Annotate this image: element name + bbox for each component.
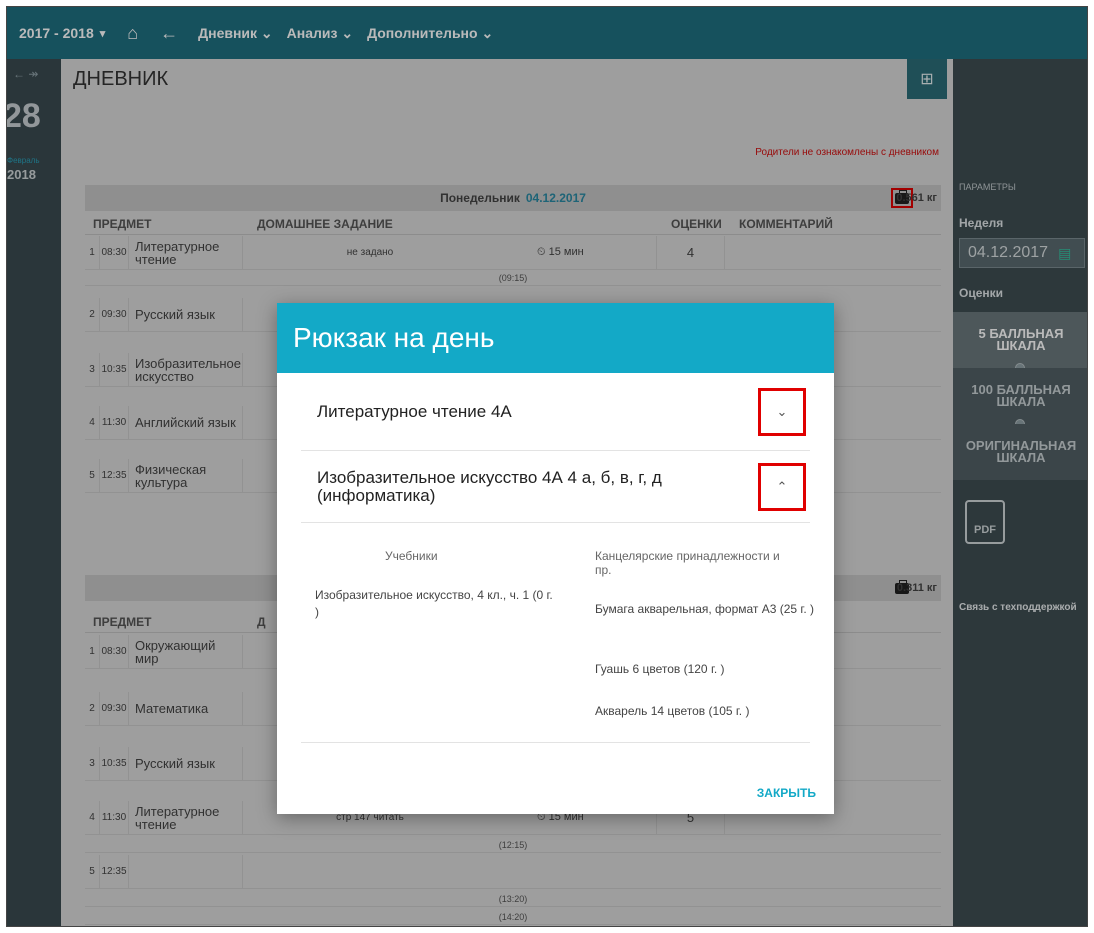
accordion-item-literature[interactable]: Литературное чтение 4А ⌄ bbox=[301, 373, 810, 451]
backpack-dialog: Рюкзак на день Литературное чтение 4А ⌄ … bbox=[277, 303, 834, 814]
supplies-header: Канцелярские принадлежности и пр. bbox=[595, 549, 780, 577]
accordion-item-art[interactable]: Изобразительное искусство 4А 4 а, б, в, … bbox=[301, 451, 810, 523]
accordion-title: Изобразительное искусство 4А 4 а, б, в, … bbox=[317, 467, 662, 505]
accordion-content: Учебники Изобразительное искусство, 4 кл… bbox=[301, 523, 814, 743]
accordion-title: Литературное чтение 4А bbox=[317, 401, 512, 421]
chevron-glyph: ⌃ bbox=[776, 478, 788, 494]
books-header: Учебники bbox=[385, 549, 438, 563]
chevron-down-icon[interactable]: ⌄ bbox=[758, 387, 806, 436]
book-item: Изобразительное искусство, 4 кл., ч. 1 (… bbox=[315, 588, 553, 619]
supply-item: Бумага акварельная, формат А3 (25 г. ) bbox=[595, 602, 815, 616]
chevron-up-icon[interactable]: ⌃ bbox=[758, 462, 806, 511]
app-window: 2017 - 2018 ▾ ⌂ ← Дневник ⌄ Анализ ⌄ Доп… bbox=[6, 6, 1088, 927]
chevron-glyph: ⌄ bbox=[776, 403, 788, 419]
dialog-title: Рюкзак на день bbox=[277, 303, 834, 373]
close-button[interactable]: ЗАКРЫТЬ bbox=[757, 786, 816, 800]
supply-item: Гуашь 6 цветов (120 г. ) bbox=[595, 662, 725, 676]
supply-item: Акварель 14 цветов (105 г. ) bbox=[595, 704, 750, 718]
